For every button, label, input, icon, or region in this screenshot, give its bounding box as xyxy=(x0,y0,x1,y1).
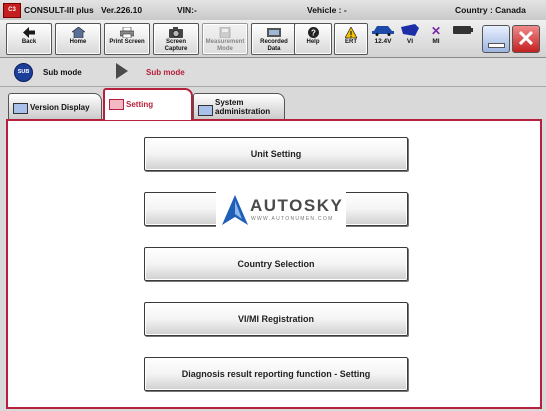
breadcrumb-current: Sub mode xyxy=(146,68,185,77)
battery-indicator xyxy=(452,24,474,38)
warning-icon xyxy=(335,26,367,39)
tab-system-administration[interactable]: System administration xyxy=(193,93,285,120)
help-icon: ? xyxy=(295,27,331,38)
measurement-icon xyxy=(203,26,247,39)
settings-panel: Unit Setting Country Selection VI/MI Reg… xyxy=(6,119,542,409)
minimize-icon xyxy=(488,43,505,48)
system-administration-icon xyxy=(198,105,213,116)
sub-mode-bar: SUB Sub mode Sub mode xyxy=(0,58,546,87)
svg-text:?: ? xyxy=(311,29,316,38)
watermark-brand: AUTOSKY xyxy=(250,196,344,215)
car-icon xyxy=(370,24,396,38)
close-button[interactable]: ✕ xyxy=(512,25,540,53)
battery-voltage-indicator: 12.4V xyxy=(370,24,396,45)
toolbar: Back Home Print Screen Screen Capture Me… xyxy=(0,20,546,58)
vin-label: VIN:- xyxy=(177,5,197,15)
minimize-button[interactable] xyxy=(482,25,510,53)
vi-device-icon xyxy=(400,24,420,38)
mi-disconnected-icon: ✕ xyxy=(430,24,442,38)
setting-tab-icon xyxy=(109,99,124,110)
tab-bar: Version Display Setting System administr… xyxy=(0,88,546,120)
vi-indicator: VI xyxy=(400,24,420,45)
autosky-watermark: AUTOSKY WWW.AUTONUMEN.COM xyxy=(216,191,346,229)
diagnosis-reporting-setting-button[interactable]: Diagnosis result reporting function - Se… xyxy=(144,357,408,391)
home-button[interactable]: Home xyxy=(55,23,101,55)
app-title: CONSULT-III plus xyxy=(24,5,94,15)
ert-button[interactable]: ERT xyxy=(334,23,368,55)
print-screen-button[interactable]: Print Screen xyxy=(104,23,150,55)
tab-setting[interactable]: Setting xyxy=(103,88,193,120)
title-bar: C3 CONSULT-III plus Ver.226.10 VIN:- Veh… xyxy=(0,0,546,21)
close-icon: ✕ xyxy=(516,26,536,51)
battery-icon xyxy=(452,24,474,38)
autosky-logo-icon xyxy=(222,195,248,230)
measurement-mode-button[interactable]: Measurement Mode xyxy=(202,23,248,55)
vimi-registration-button[interactable]: VI/MI Registration xyxy=(144,302,408,336)
country-selection-button[interactable]: Country Selection xyxy=(144,247,408,281)
sub-mode-badge: SUB xyxy=(14,63,33,82)
camera-icon xyxy=(154,27,198,38)
recorded-data-button[interactable]: Recorded Data xyxy=(251,23,297,55)
mi-indicator: ✕ MI xyxy=(426,24,446,45)
unit-setting-button[interactable]: Unit Setting xyxy=(144,137,408,171)
help-button[interactable]: ? Help xyxy=(294,23,332,55)
version-display-icon xyxy=(13,103,28,114)
tab-version-display[interactable]: Version Display xyxy=(8,93,102,120)
printer-icon xyxy=(105,26,149,39)
vehicle-label: Vehicle : - xyxy=(307,5,347,15)
consult-logo: C3 xyxy=(3,3,21,18)
watermark-url: WWW.AUTONUMEN.COM xyxy=(251,216,334,222)
back-arrow-icon xyxy=(7,27,51,38)
breadcrumb-arrow-icon xyxy=(116,63,128,84)
screen-capture-button[interactable]: Screen Capture xyxy=(153,23,199,55)
home-icon xyxy=(56,26,100,39)
country-label: Country : Canada xyxy=(455,5,526,15)
app-version: Ver.226.10 xyxy=(101,5,143,15)
sub-mode-label: Sub mode xyxy=(43,68,82,77)
back-button[interactable]: Back xyxy=(6,23,52,55)
recorded-data-icon xyxy=(252,27,296,38)
